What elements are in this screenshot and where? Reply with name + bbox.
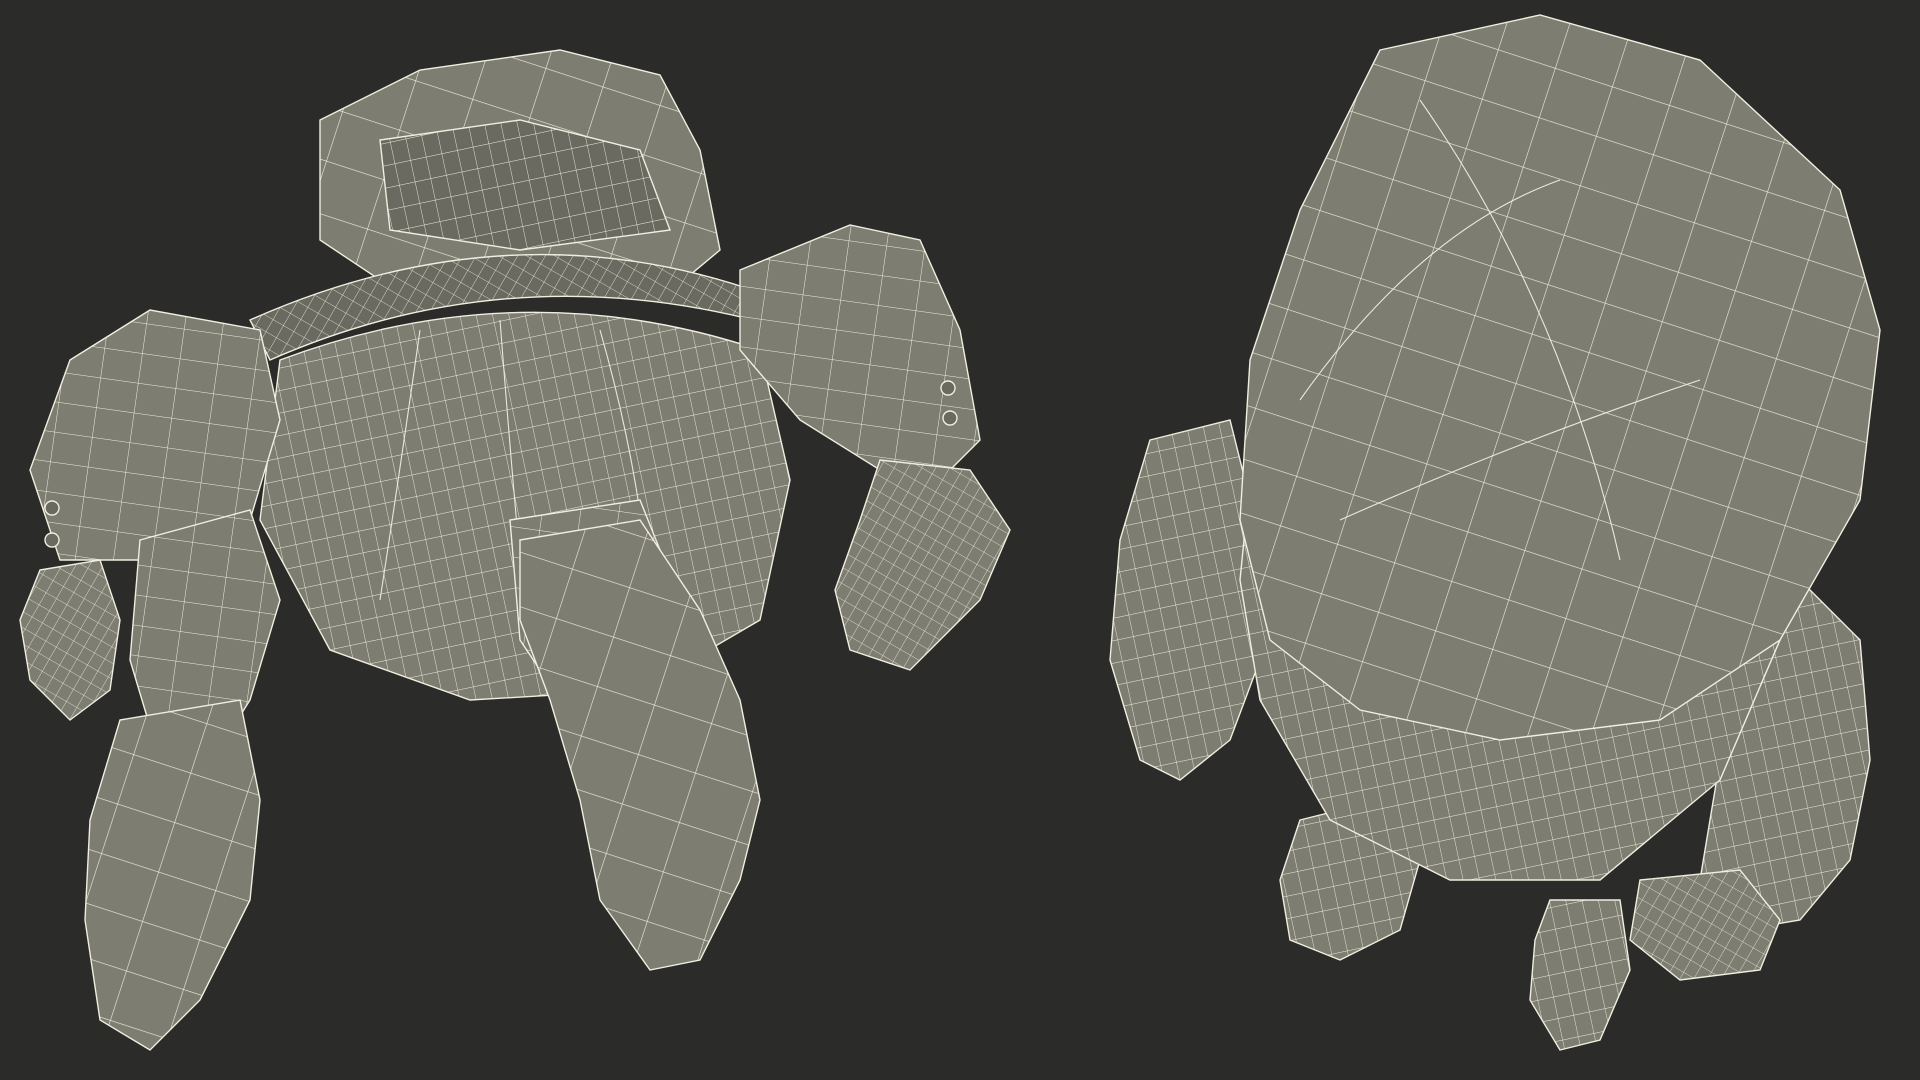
render-viewport bbox=[0, 0, 1920, 1080]
top-left-arm-mesh bbox=[1109, 419, 1261, 781]
bottom-view-figure bbox=[19, 49, 1011, 1051]
left-shoe-mesh bbox=[84, 699, 261, 1051]
left-hand-mesh bbox=[19, 559, 121, 721]
top-hat-mesh bbox=[1239, 14, 1881, 741]
right-hand-mesh bbox=[834, 459, 1011, 671]
top-right-shoe-mesh bbox=[1529, 899, 1631, 1051]
top-view-figure bbox=[1109, 14, 1881, 1051]
wireframe-render bbox=[19, 14, 1881, 1051]
